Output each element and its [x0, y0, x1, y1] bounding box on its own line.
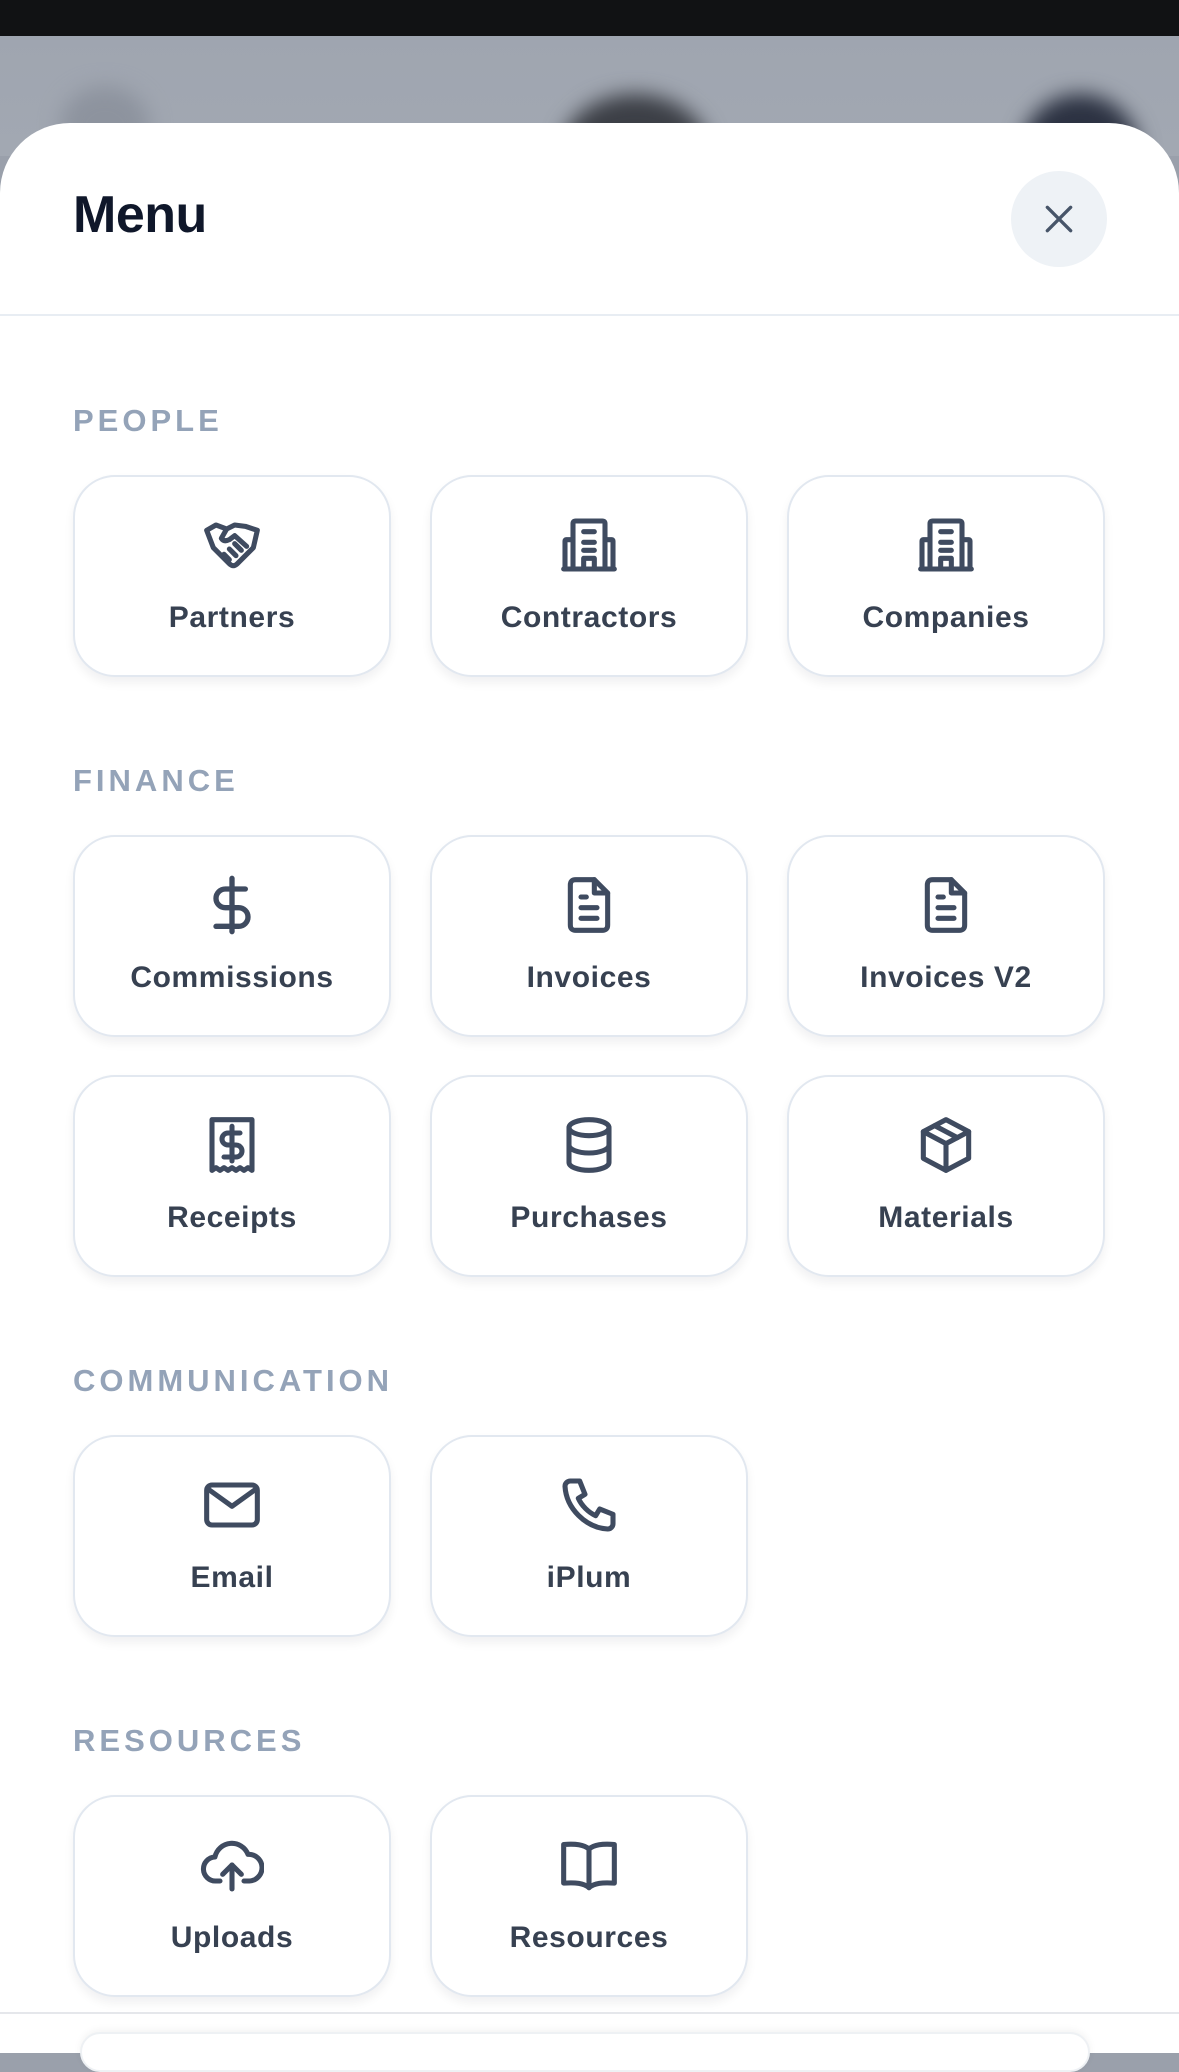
mail-icon [200, 1473, 264, 1537]
menu-item-label: Invoices V2 [860, 961, 1032, 994]
status-bar [0, 0, 1179, 36]
menu-item-partners[interactable]: Partners [73, 475, 391, 677]
menu-title: Menu [73, 186, 207, 244]
handshake-icon [200, 513, 264, 577]
book-icon [557, 1833, 621, 1897]
section-title-people: PEOPLE [73, 403, 223, 438]
section-title-finance: FINANCE [73, 763, 239, 798]
menu-item-label: Materials [878, 1201, 1014, 1234]
menu-item-invoices-v2[interactable]: Invoices V2 [787, 835, 1105, 1037]
menu-item-label: Receipts [167, 1201, 297, 1234]
menu-item-email[interactable]: Email [73, 1435, 391, 1637]
menu-item-label: iPlum [546, 1561, 632, 1594]
menu-header: Menu [0, 123, 1179, 316]
menu-item-label: Contractors [500, 601, 678, 634]
menu-item-label: Commissions [130, 961, 334, 994]
menu-item-label: Uploads [170, 1921, 294, 1954]
database-icon [557, 1113, 621, 1177]
phone-icon [557, 1473, 621, 1537]
menu-item-label: Resources [509, 1921, 669, 1954]
menu-item-uploads[interactable]: Uploads [73, 1795, 391, 1997]
menu-item-commissions[interactable]: Commissions [73, 835, 391, 1037]
document-icon [557, 873, 621, 937]
close-icon [1045, 205, 1073, 233]
menu-item-materials[interactable]: Materials [787, 1075, 1105, 1277]
building-icon [557, 513, 621, 577]
menu-item-label: Email [190, 1561, 274, 1594]
bottom-divider [0, 2012, 1179, 2014]
section-title-resources: RESOURCES [73, 1723, 306, 1758]
menu-item-contractors[interactable]: Contractors [430, 475, 748, 677]
menu-sheet: Menu PEOPLE Partners Contractors Compani… [0, 123, 1179, 2053]
receipt-icon [200, 1113, 264, 1177]
menu-item-resources[interactable]: Resources [430, 1795, 748, 1997]
bottom-bar-peek [80, 2032, 1090, 2072]
document-icon [914, 873, 978, 937]
menu-item-label: Companies [862, 601, 1030, 634]
cloud-upload-icon [200, 1833, 264, 1897]
menu-item-receipts[interactable]: Receipts [73, 1075, 391, 1277]
menu-item-invoices[interactable]: Invoices [430, 835, 748, 1037]
menu-item-purchases[interactable]: Purchases [430, 1075, 748, 1277]
section-title-communication: COMMUNICATION [73, 1363, 394, 1398]
dollar-icon [200, 873, 264, 937]
building-icon [914, 513, 978, 577]
menu-item-label: Purchases [510, 1201, 668, 1234]
menu-item-label: Invoices [526, 961, 652, 994]
menu-item-companies[interactable]: Companies [787, 475, 1105, 677]
close-button[interactable] [1011, 171, 1107, 267]
menu-item-iplum[interactable]: iPlum [430, 1435, 748, 1637]
menu-item-label: Partners [168, 601, 296, 634]
box-icon [914, 1113, 978, 1177]
